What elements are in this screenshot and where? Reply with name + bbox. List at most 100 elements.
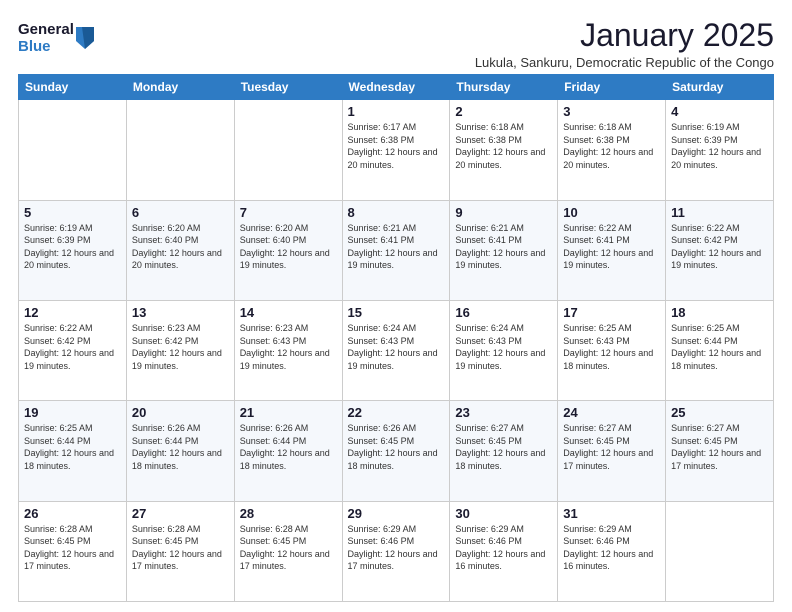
day-info: Sunrise: 6:28 AM Sunset: 6:45 PM Dayligh… <box>132 523 229 573</box>
title-block: January 2025 Lukula, Sankuru, Democratic… <box>475 18 774 70</box>
header: General Blue January 2025 Lukula, Sankur… <box>18 18 774 70</box>
day-number: 3 <box>563 104 660 119</box>
day-info: Sunrise: 6:27 AM Sunset: 6:45 PM Dayligh… <box>671 422 768 472</box>
calendar-week-5: 26 Sunrise: 6:28 AM Sunset: 6:45 PM Dayli… <box>19 501 774 601</box>
day-info: Sunrise: 6:19 AM Sunset: 6:39 PM Dayligh… <box>24 222 121 272</box>
calendar-cell: 25Sunrise: 6:27 AM Sunset: 6:45 PM Dayli… <box>666 401 774 501</box>
day-number: 6 <box>132 205 229 220</box>
day-number: 19 <box>24 405 121 420</box>
day-number: 9 <box>455 205 552 220</box>
day-info: Sunrise: 6:29 AM Sunset: 6:46 PM Dayligh… <box>348 523 445 573</box>
day-info: Sunrise: 6:24 AM Sunset: 6:43 PM Dayligh… <box>455 322 552 372</box>
calendar-cell: 10Sunrise: 6:22 AM Sunset: 6:41 PM Dayli… <box>558 200 666 300</box>
day-info: Sunrise: 6:27 AM Sunset: 6:45 PM Dayligh… <box>455 422 552 472</box>
day-info: Sunrise: 6:26 AM Sunset: 6:45 PM Dayligh… <box>348 422 445 472</box>
calendar-cell: 28Sunrise: 6:28 AM Sunset: 6:45 PM Dayli… <box>234 501 342 601</box>
logo-icon <box>76 27 94 49</box>
calendar-week-3: 12 Sunrise: 6:22 AM Sunset: 6:42 PM Dayli… <box>19 300 774 400</box>
day-number: 17 <box>563 305 660 320</box>
logo-general: General <box>18 22 74 39</box>
calendar-week-4: 19 Sunrise: 6:25 AM Sunset: 6:44 PM Dayli… <box>19 401 774 501</box>
day-number: 2 <box>455 104 552 119</box>
day-info: Sunrise: 6:18 AM Sunset: 6:38 PM Dayligh… <box>455 121 552 171</box>
calendar-cell: 21Sunrise: 6:26 AM Sunset: 6:44 PM Dayli… <box>234 401 342 501</box>
day-info: Sunrise: 6:22 AM Sunset: 6:42 PM Dayligh… <box>671 222 768 272</box>
col-thursday: Thursday <box>450 75 558 100</box>
calendar-cell: 11 Sunrise: 6:22 AM Sunset: 6:42 PM Dayli… <box>666 200 774 300</box>
col-sunday: Sunday <box>19 75 127 100</box>
day-info: Sunrise: 6:25 AM Sunset: 6:43 PM Dayligh… <box>563 322 660 372</box>
day-info: Sunrise: 6:25 AM Sunset: 6:44 PM Dayligh… <box>24 422 121 472</box>
day-info: Sunrise: 6:27 AM Sunset: 6:45 PM Dayligh… <box>563 422 660 472</box>
calendar-cell: 8Sunrise: 6:21 AM Sunset: 6:41 PM Daylig… <box>342 200 450 300</box>
day-info: Sunrise: 6:22 AM Sunset: 6:42 PM Dayligh… <box>24 322 121 372</box>
day-number: 14 <box>240 305 337 320</box>
calendar-cell: 1 Sunrise: 6:17 AM Sunset: 6:38 PM Daylig… <box>342 100 450 200</box>
day-info: Sunrise: 6:29 AM Sunset: 6:46 PM Dayligh… <box>455 523 552 573</box>
subtitle: Lukula, Sankuru, Democratic Republic of … <box>475 55 774 70</box>
day-number: 28 <box>240 506 337 521</box>
calendar-cell: 30 Sunrise: 6:29 AM Sunset: 6:46 PM Dayli… <box>450 501 558 601</box>
calendar-cell: 13Sunrise: 6:23 AM Sunset: 6:42 PM Dayli… <box>126 300 234 400</box>
day-number: 20 <box>132 405 229 420</box>
calendar-cell: 14 Sunrise: 6:23 AM Sunset: 6:43 PM Dayli… <box>234 300 342 400</box>
calendar-cell: 3 Sunrise: 6:18 AM Sunset: 6:38 PM Daylig… <box>558 100 666 200</box>
day-number: 16 <box>455 305 552 320</box>
day-number: 18 <box>671 305 768 320</box>
day-number: 26 <box>24 506 121 521</box>
day-number: 23 <box>455 405 552 420</box>
calendar-cell: 7 Sunrise: 6:20 AM Sunset: 6:40 PM Daylig… <box>234 200 342 300</box>
calendar-cell: 31Sunrise: 6:29 AM Sunset: 6:46 PM Dayli… <box>558 501 666 601</box>
day-info: Sunrise: 6:20 AM Sunset: 6:40 PM Dayligh… <box>240 222 337 272</box>
col-tuesday: Tuesday <box>234 75 342 100</box>
day-number: 30 <box>455 506 552 521</box>
day-info: Sunrise: 6:18 AM Sunset: 6:38 PM Dayligh… <box>563 121 660 171</box>
calendar-cell: 22Sunrise: 6:26 AM Sunset: 6:45 PM Dayli… <box>342 401 450 501</box>
calendar-cell <box>666 501 774 601</box>
logo-text: General Blue <box>18 22 74 55</box>
day-number: 5 <box>24 205 121 220</box>
calendar-cell: 12 Sunrise: 6:22 AM Sunset: 6:42 PM Dayli… <box>19 300 127 400</box>
day-info: Sunrise: 6:26 AM Sunset: 6:44 PM Dayligh… <box>240 422 337 472</box>
col-monday: Monday <box>126 75 234 100</box>
day-info: Sunrise: 6:17 AM Sunset: 6:38 PM Dayligh… <box>348 121 445 171</box>
page: General Blue January 2025 Lukula, Sankur… <box>0 0 792 612</box>
day-info: Sunrise: 6:23 AM Sunset: 6:43 PM Dayligh… <box>240 322 337 372</box>
month-title: January 2025 <box>475 18 774 53</box>
calendar-table: Sunday Monday Tuesday Wednesday Thursday… <box>18 74 774 602</box>
calendar-week-2: 5 Sunrise: 6:19 AM Sunset: 6:39 PM Daylig… <box>19 200 774 300</box>
col-saturday: Saturday <box>666 75 774 100</box>
calendar-header-row: Sunday Monday Tuesday Wednesday Thursday… <box>19 75 774 100</box>
day-info: Sunrise: 6:29 AM Sunset: 6:46 PM Dayligh… <box>563 523 660 573</box>
day-number: 11 <box>671 205 768 220</box>
calendar-cell: 23 Sunrise: 6:27 AM Sunset: 6:45 PM Dayli… <box>450 401 558 501</box>
calendar-cell: 20 Sunrise: 6:26 AM Sunset: 6:44 PM Dayli… <box>126 401 234 501</box>
day-number: 1 <box>348 104 445 119</box>
calendar-cell: 15Sunrise: 6:24 AM Sunset: 6:43 PM Dayli… <box>342 300 450 400</box>
day-number: 4 <box>671 104 768 119</box>
logo-blue: Blue <box>18 39 74 56</box>
day-info: Sunrise: 6:21 AM Sunset: 6:41 PM Dayligh… <box>455 222 552 272</box>
day-info: Sunrise: 6:25 AM Sunset: 6:44 PM Dayligh… <box>671 322 768 372</box>
calendar-cell: 2 Sunrise: 6:18 AM Sunset: 6:38 PM Daylig… <box>450 100 558 200</box>
day-number: 12 <box>24 305 121 320</box>
calendar-cell <box>234 100 342 200</box>
col-friday: Friday <box>558 75 666 100</box>
calendar-cell: 4 Sunrise: 6:19 AM Sunset: 6:39 PM Daylig… <box>666 100 774 200</box>
day-number: 15 <box>348 305 445 320</box>
calendar-cell: 16 Sunrise: 6:24 AM Sunset: 6:43 PM Dayli… <box>450 300 558 400</box>
day-info: Sunrise: 6:22 AM Sunset: 6:41 PM Dayligh… <box>563 222 660 272</box>
day-info: Sunrise: 6:21 AM Sunset: 6:41 PM Dayligh… <box>348 222 445 272</box>
day-number: 24 <box>563 405 660 420</box>
day-info: Sunrise: 6:26 AM Sunset: 6:44 PM Dayligh… <box>132 422 229 472</box>
day-number: 7 <box>240 205 337 220</box>
calendar-cell: 26 Sunrise: 6:28 AM Sunset: 6:45 PM Dayli… <box>19 501 127 601</box>
calendar-cell: 17 Sunrise: 6:25 AM Sunset: 6:43 PM Dayli… <box>558 300 666 400</box>
calendar-cell: 27 Sunrise: 6:28 AM Sunset: 6:45 PM Dayli… <box>126 501 234 601</box>
day-number: 29 <box>348 506 445 521</box>
calendar-cell: 6Sunrise: 6:20 AM Sunset: 6:40 PM Daylig… <box>126 200 234 300</box>
day-number: 27 <box>132 506 229 521</box>
calendar-cell: 5 Sunrise: 6:19 AM Sunset: 6:39 PM Daylig… <box>19 200 127 300</box>
day-info: Sunrise: 6:19 AM Sunset: 6:39 PM Dayligh… <box>671 121 768 171</box>
day-info: Sunrise: 6:28 AM Sunset: 6:45 PM Dayligh… <box>24 523 121 573</box>
